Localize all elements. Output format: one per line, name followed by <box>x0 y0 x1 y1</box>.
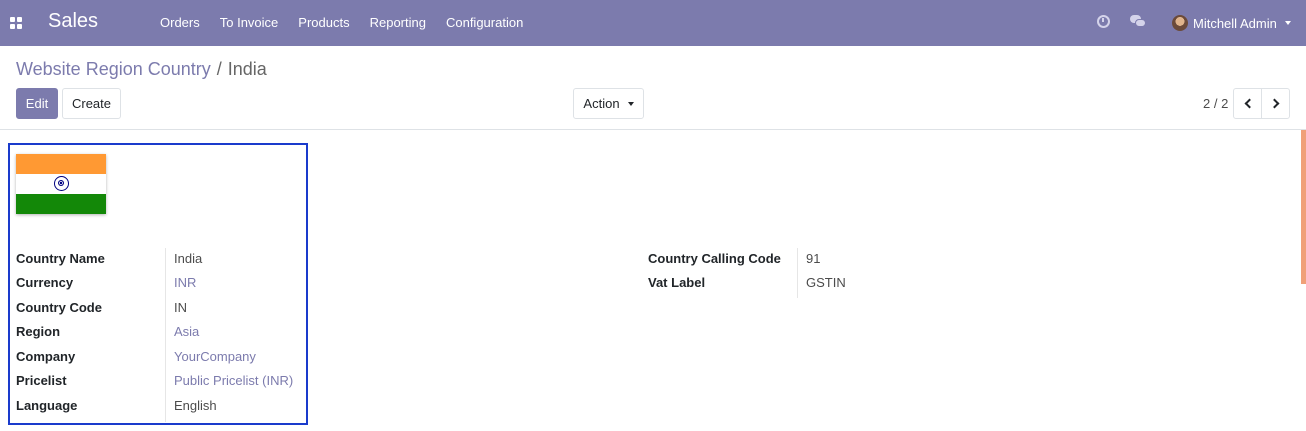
menu-item-configuration[interactable]: Configuration <box>436 0 533 46</box>
field-country-code: Country Code <box>16 295 102 319</box>
field-pricelist: Pricelist <box>16 368 67 392</box>
breadcrumb-parent-link[interactable]: Website Region Country <box>16 59 211 80</box>
pricelist-link[interactable]: Public Pricelist (INR) <box>174 373 293 388</box>
field-value-country-calling-code: 91 <box>806 246 820 270</box>
user-name: Mitchell Admin <box>1193 15 1277 31</box>
field-country-calling-code: Country Calling Code <box>648 246 781 270</box>
action-label: Action <box>583 96 620 111</box>
main-menu: Orders To Invoice Products Reporting Con… <box>150 0 533 46</box>
create-button[interactable]: Create <box>62 88 121 119</box>
chakra-icon <box>54 176 69 191</box>
chevron-left-icon <box>1244 98 1254 109</box>
field-value-company: YourCompany <box>174 344 256 368</box>
field-label: Country Calling Code <box>648 250 781 266</box>
breadcrumb-separator: / <box>216 59 222 79</box>
chevron-down-icon <box>1284 21 1291 25</box>
action-dropdown-button[interactable]: Action <box>573 88 644 119</box>
field-label: Country Name <box>16 250 105 266</box>
field-country-name: Country Name <box>16 246 105 270</box>
apps-menu-icon[interactable] <box>10 17 22 29</box>
right-group-divider <box>797 248 798 298</box>
field-label: Pricelist <box>16 372 67 388</box>
pager-next-button[interactable] <box>1261 88 1290 119</box>
pager-previous-button[interactable] <box>1233 88 1262 119</box>
field-value-pricelist: Public Pricelist (INR) <box>174 368 293 392</box>
field-label: Currency <box>16 274 74 290</box>
field-value-country-code: IN <box>174 295 187 319</box>
field-value: 91 <box>806 250 821 266</box>
left-group-divider <box>165 248 166 422</box>
field-value-language: English <box>174 393 217 417</box>
menu-item-products[interactable]: Products <box>288 0 359 46</box>
field-value-country-name: India <box>174 246 202 270</box>
field-label: Country Code <box>16 299 102 315</box>
field-region: Region <box>16 319 60 343</box>
menu-item-to-invoice[interactable]: To Invoice <box>210 0 289 46</box>
field-language: Language <box>16 393 77 417</box>
field-currency: Currency <box>16 270 73 294</box>
field-label: Company <box>16 348 76 364</box>
field-company: Company <box>16 344 75 368</box>
field-value: English <box>174 397 217 413</box>
control-panel: Website Region Country / India Edit Crea… <box>0 46 1306 130</box>
field-value-region: Asia <box>174 319 199 343</box>
field-vat-label: Vat Label <box>648 270 705 294</box>
scrollbar[interactable] <box>1301 130 1306 284</box>
field-value-currency: INR <box>174 270 196 294</box>
edit-button[interactable]: Edit <box>16 88 58 119</box>
clock-icon[interactable] <box>1097 15 1110 28</box>
currency-link[interactable]: INR <box>174 275 196 290</box>
chevron-down-icon <box>627 101 634 106</box>
chat-icon[interactable] <box>1130 15 1146 28</box>
breadcrumb: Website Region Country / India <box>16 59 267 80</box>
field-value: GSTIN <box>806 274 846 290</box>
form-sheet: Country Name India Currency INR Country … <box>0 130 1306 431</box>
pager-value[interactable]: 2 / 2 <box>1203 96 1228 111</box>
top-navbar: Sales Orders To Invoice Products Reporti… <box>0 0 1306 46</box>
country-flag-image <box>16 154 106 214</box>
user-menu[interactable]: Mitchell Admin <box>1172 0 1291 46</box>
field-label: Vat Label <box>648 274 706 290</box>
chevron-right-icon <box>1269 98 1279 109</box>
field-value: IN <box>174 299 187 315</box>
company-link[interactable]: YourCompany <box>174 349 256 364</box>
menu-item-orders[interactable]: Orders <box>150 0 210 46</box>
avatar <box>1172 15 1188 31</box>
menu-item-reporting[interactable]: Reporting <box>360 0 436 46</box>
field-label: Language <box>16 397 78 413</box>
field-label: Region <box>16 323 61 339</box>
region-link[interactable]: Asia <box>174 324 199 339</box>
field-value: India <box>174 250 203 266</box>
field-value-vat-label: GSTIN <box>806 270 846 294</box>
breadcrumb-current: India <box>227 59 267 79</box>
app-name[interactable]: Sales <box>48 10 98 33</box>
